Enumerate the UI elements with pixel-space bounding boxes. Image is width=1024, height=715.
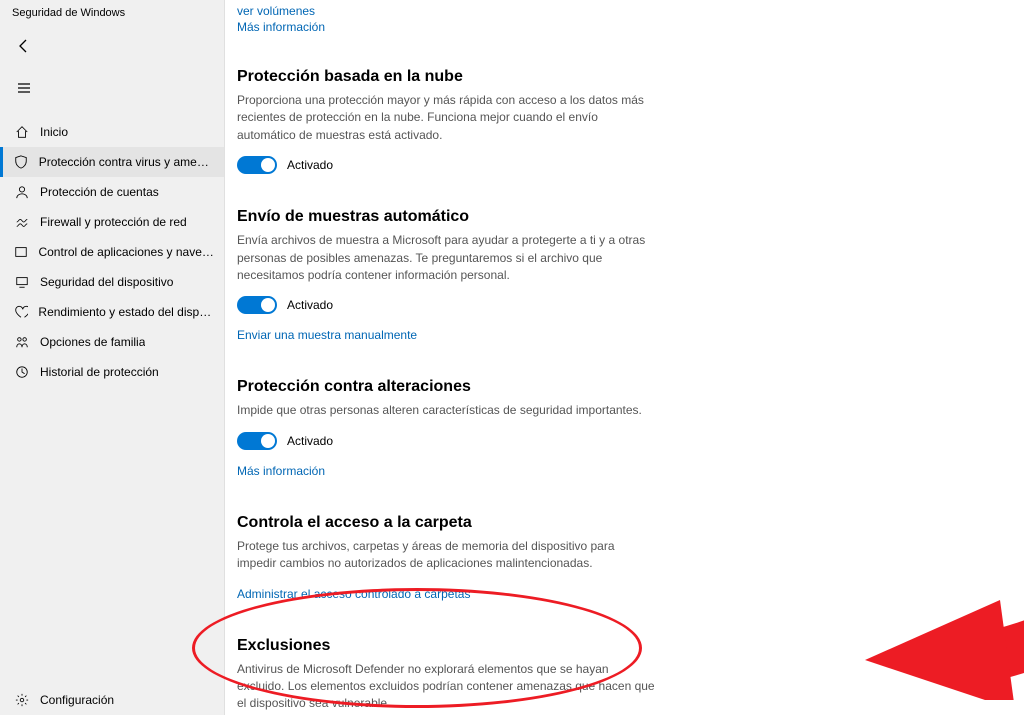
section-title: Protección contra alteraciones [237,378,657,396]
section-cloud-protection: Protección basada en la nube Proporciona… [237,68,657,174]
device-icon [14,274,30,290]
section-desc: Protege tus archivos, carpetas y áreas d… [237,538,657,573]
section-desc: Impide que otras personas alteren caract… [237,402,657,419]
sidebar-item-label: Inicio [40,125,68,139]
history-icon [14,364,30,380]
link-more-info-top[interactable]: Más información [237,20,657,34]
section-desc: Proporciona una protección mayor y más r… [237,92,657,144]
section-title: Exclusiones [237,637,657,655]
toggle-cloud[interactable] [237,156,277,174]
link-send-sample[interactable]: Enviar una muestra manualmente [237,328,417,342]
sidebar-item-label: Protección contra virus y amenazas [39,155,214,169]
toggle-label: Activado [287,434,333,448]
section-desc: Antivirus de Microsoft Defender no explo… [237,661,657,713]
section-title: Controla el acceso a la carpeta [237,514,657,532]
sidebar-item-appcontrol[interactable]: Control de aplicaciones y navegador [0,237,224,267]
family-icon [14,334,30,350]
sidebar-item-firewall[interactable]: Firewall y protección de red [0,207,224,237]
sidebar-item-label: Control de aplicaciones y navegador [38,245,214,259]
toggle-label: Activado [287,298,333,312]
account-icon [14,184,30,200]
section-tamper-protection: Protección contra alteraciones Impide qu… [237,378,657,479]
toggle-tamper[interactable] [237,432,277,450]
sidebar-item-label: Configuración [40,693,114,707]
app-icon [14,244,28,260]
section-folder-access: Controla el acceso a la carpeta Protege … [237,514,657,603]
section-exclusions: Exclusiones Antivirus de Microsoft Defen… [237,637,657,715]
sidebar-item-label: Protección de cuentas [40,185,159,199]
sidebar-item-account[interactable]: Protección de cuentas [0,177,224,207]
link-more-info-tamper[interactable]: Más información [237,464,325,478]
sidebar-item-settings[interactable]: Configuración [0,685,224,715]
sidebar-item-label: Historial de protección [40,365,159,379]
sidebar-item-label: Firewall y protección de red [40,215,187,229]
sidebar-item-label: Rendimiento y estado del dispositivo [38,305,214,319]
section-title: Protección basada en la nube [237,68,657,86]
home-icon [14,124,30,140]
shield-icon [14,154,29,170]
gear-icon [14,692,30,708]
annotation-arrow [815,450,1024,700]
health-icon [14,304,28,320]
sidebar-item-history[interactable]: Historial de protección [0,357,224,387]
sidebar-item-device-security[interactable]: Seguridad del dispositivo [0,267,224,297]
sidebar-item-performance[interactable]: Rendimiento y estado del dispositivo [0,297,224,327]
menu-button[interactable] [4,71,44,105]
section-desc: Envía archivos de muestra a Microsoft pa… [237,232,657,284]
sidebar-item-family[interactable]: Opciones de familia [0,327,224,357]
firewall-icon [14,214,30,230]
sidebar-item-virus[interactable]: Protección contra virus y amenazas [0,147,224,177]
toggle-label: Activado [287,158,333,172]
link-volumes[interactable]: ver volúmenes [237,4,315,18]
window-title: Seguridad de Windows [0,0,224,23]
link-manage-folder-access[interactable]: Administrar el acceso controlado a carpe… [237,587,470,601]
back-button[interactable] [4,29,44,63]
toggle-samples[interactable] [237,296,277,314]
section-sample-submission: Envío de muestras automático Envía archi… [237,208,657,344]
sidebar-item-label: Seguridad del dispositivo [40,275,173,289]
sidebar-item-home[interactable]: Inicio [0,117,224,147]
section-title: Envío de muestras automático [237,208,657,226]
sidebar-item-label: Opciones de familia [40,335,145,349]
